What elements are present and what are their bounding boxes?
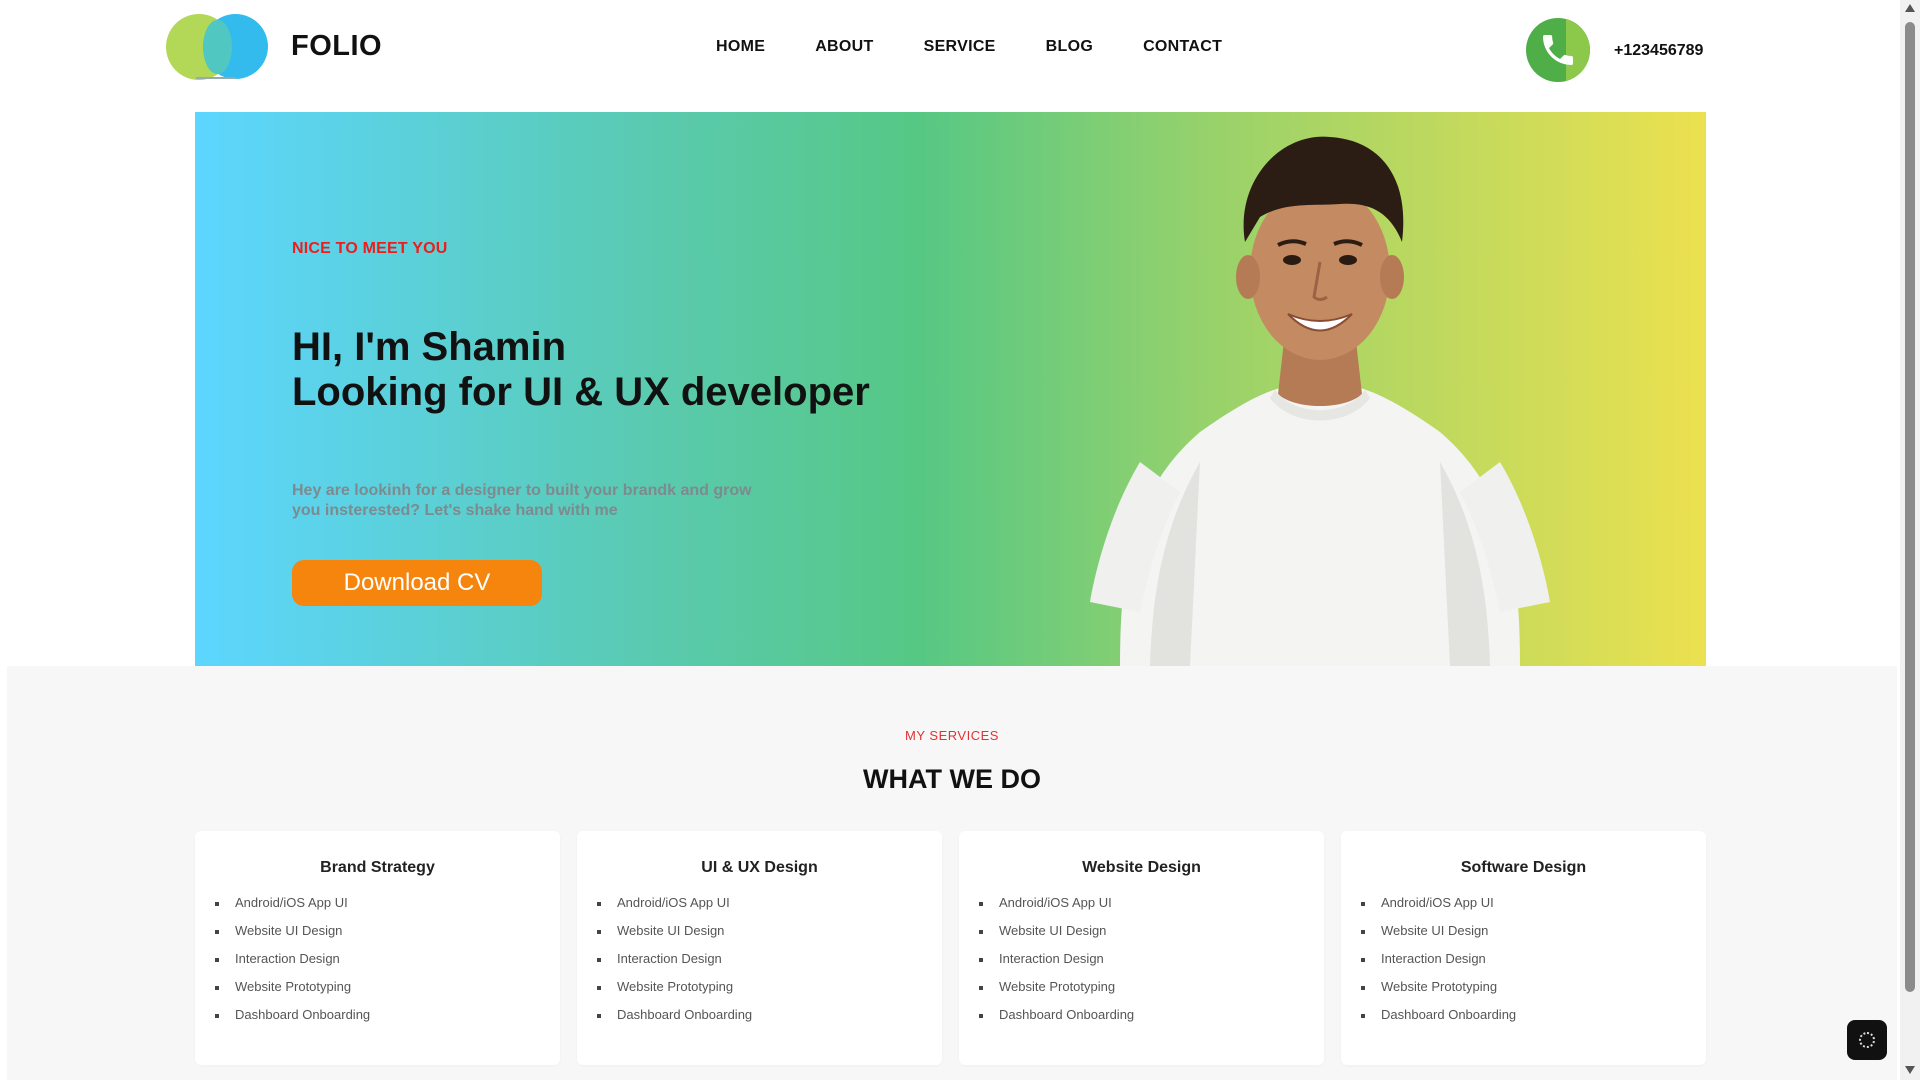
card-title: UI & UX Design	[701, 859, 818, 876]
list-item: Android/iOS App UI	[979, 889, 1324, 917]
card-list: Android/iOS App UI Website UI Design Int…	[195, 889, 560, 1029]
site-header: FOLIO HOME ABOUT SERVICE BLOG CONTACT +1…	[0, 0, 1900, 110]
person-photo	[1090, 136, 1550, 666]
main-nav: HOME ABOUT SERVICE BLOG CONTACT	[716, 38, 1272, 56]
download-cv-button[interactable]: Download CV	[292, 560, 542, 606]
nav-about[interactable]: ABOUT	[815, 38, 873, 56]
nav-blog[interactable]: BLOG	[1046, 38, 1093, 56]
list-item: Interaction Design	[597, 945, 942, 973]
list-item: Android/iOS App UI	[215, 889, 560, 917]
hero-title-line1: HI, I'm Shamin	[292, 325, 567, 369]
card-list: Android/iOS App UI Website UI Design Int…	[959, 889, 1324, 1029]
scroll-down-icon[interactable]	[1905, 1066, 1915, 1074]
list-item: Dashboard Onboarding	[979, 1001, 1324, 1029]
services-section: MY SERVICES WHAT WE DO Brand Strategy An…	[7, 666, 1897, 1080]
hero-section: NICE TO MEET YOU HI, I'm Shamin Looking …	[195, 112, 1706, 666]
list-item: Interaction Design	[1361, 945, 1706, 973]
list-item: Website UI Design	[979, 917, 1324, 945]
list-item: Dashboard Onboarding	[215, 1001, 560, 1029]
list-item: Website UI Design	[215, 917, 560, 945]
list-item: Website Prototyping	[215, 973, 560, 1001]
card-title: Website Design	[1082, 859, 1201, 876]
hero-kicker: NICE TO MEET YOU	[292, 240, 448, 257]
list-item: Website UI Design	[1361, 917, 1706, 945]
phone-number[interactable]: +123456789	[1614, 42, 1703, 60]
card-title: Brand Strategy	[320, 859, 435, 876]
card-title: Software Design	[1460, 859, 1587, 876]
services-title: WHAT WE DO	[863, 764, 1041, 794]
list-item: Website Prototyping	[597, 973, 942, 1001]
floating-widget-icon[interactable]	[1847, 1020, 1887, 1060]
hero-title: HI, I'm Shamin Looking for UI & UX devel…	[292, 325, 870, 415]
scrollbar-thumb[interactable]	[1905, 22, 1915, 992]
list-item: Website UI Design	[597, 917, 942, 945]
logo-icon[interactable]	[166, 14, 268, 80]
card-list: Android/iOS App UI Website UI Design Int…	[1341, 889, 1706, 1029]
phone-icon[interactable]	[1526, 18, 1590, 82]
service-card-ui-ux-design[interactable]: UI & UX Design Android/iOS App UI Websit…	[577, 831, 942, 1065]
list-item: Dashboard Onboarding	[597, 1001, 942, 1029]
hero-description: Hey are lookinh for a designer to built …	[292, 481, 812, 521]
brand-name[interactable]: FOLIO	[291, 30, 382, 63]
list-item: Website Prototyping	[979, 973, 1324, 1001]
nav-contact[interactable]: CONTACT	[1143, 38, 1222, 56]
hero-desc-line2: you insterested? Let's shake hand with m…	[292, 502, 618, 519]
nav-service[interactable]: SERVICE	[924, 38, 996, 56]
service-card-website-design[interactable]: Website Design Android/iOS App UI Websit…	[959, 831, 1324, 1065]
services-kicker: MY SERVICES	[905, 728, 999, 743]
list-item: Android/iOS App UI	[1361, 889, 1706, 917]
list-item: Dashboard Onboarding	[1361, 1001, 1706, 1029]
service-cards: Brand Strategy Android/iOS App UI Websit…	[195, 831, 1723, 1065]
scroll-up-icon[interactable]	[1905, 4, 1915, 12]
card-list: Android/iOS App UI Website UI Design Int…	[577, 889, 942, 1029]
list-item: Website Prototyping	[1361, 973, 1706, 1001]
list-item: Interaction Design	[979, 945, 1324, 973]
service-card-software-design[interactable]: Software Design Android/iOS App UI Websi…	[1341, 831, 1706, 1065]
nav-home[interactable]: HOME	[716, 38, 765, 56]
service-card-brand-strategy[interactable]: Brand Strategy Android/iOS App UI Websit…	[195, 831, 560, 1065]
hero-title-line2: Looking for UI & UX developer	[292, 370, 870, 414]
page-scrollbar[interactable]	[1900, 0, 1920, 1080]
list-item: Interaction Design	[215, 945, 560, 973]
list-item: Android/iOS App UI	[597, 889, 942, 917]
hero-desc-line1: Hey are lookinh for a designer to built …	[292, 482, 752, 499]
